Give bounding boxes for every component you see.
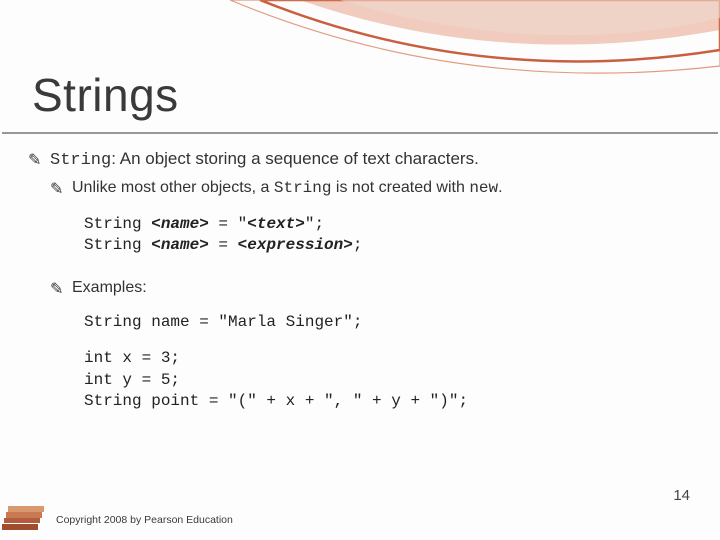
syntax-kw: String	[84, 236, 151, 254]
examples-label: Examples:	[72, 279, 147, 296]
bullet-examples: ✎ Examples:	[50, 277, 692, 299]
bullet-note: ✎ Unlike most other objects, a String is…	[50, 177, 692, 200]
slide: Strings ✎ String: An object storing a se…	[0, 0, 720, 540]
syntax-literal: =	[209, 236, 238, 254]
copyright-text: Copyright 2008 by Pearson Education	[56, 514, 233, 526]
note-post2: .	[498, 179, 502, 196]
book-icon	[2, 500, 50, 534]
bullet-glyph-icon: ✎	[50, 279, 63, 301]
note-pre: Unlike most other objects, a	[72, 179, 274, 196]
syntax-block: String <name> = "<text>"; String <name> …	[84, 214, 692, 257]
bullet-glyph-icon: ✎	[50, 179, 63, 201]
syntax-placeholder: <name>	[151, 236, 209, 254]
syntax-placeholder: <name>	[151, 215, 209, 233]
example-code-2: int x = 3; int y = 5; String point = "("…	[84, 348, 692, 413]
syntax-placeholder: <expression>	[238, 236, 353, 254]
note-new: new	[469, 179, 498, 197]
syntax-placeholder: <text>	[247, 215, 305, 233]
term-string: String	[50, 151, 111, 170]
syntax-kw: String	[84, 215, 151, 233]
note-post1: is not created with	[331, 179, 469, 196]
page-number: 14	[673, 487, 690, 504]
bullet-glyph-icon: ✎	[28, 150, 41, 172]
note-string: String	[274, 179, 332, 197]
definition-rest: : An object storing a sequence of text c…	[111, 149, 479, 168]
syntax-literal: ;	[353, 236, 363, 254]
title-underline	[2, 132, 718, 134]
syntax-literal: ";	[305, 215, 324, 233]
slide-body: ✎ String: An object storing a sequence o…	[28, 148, 692, 433]
example-code-1: String name = "Marla Singer";	[84, 312, 692, 334]
syntax-literal: = "	[209, 215, 247, 233]
bullet-definition: ✎ String: An object storing a sequence o…	[28, 148, 692, 173]
slide-title: Strings	[32, 68, 179, 122]
